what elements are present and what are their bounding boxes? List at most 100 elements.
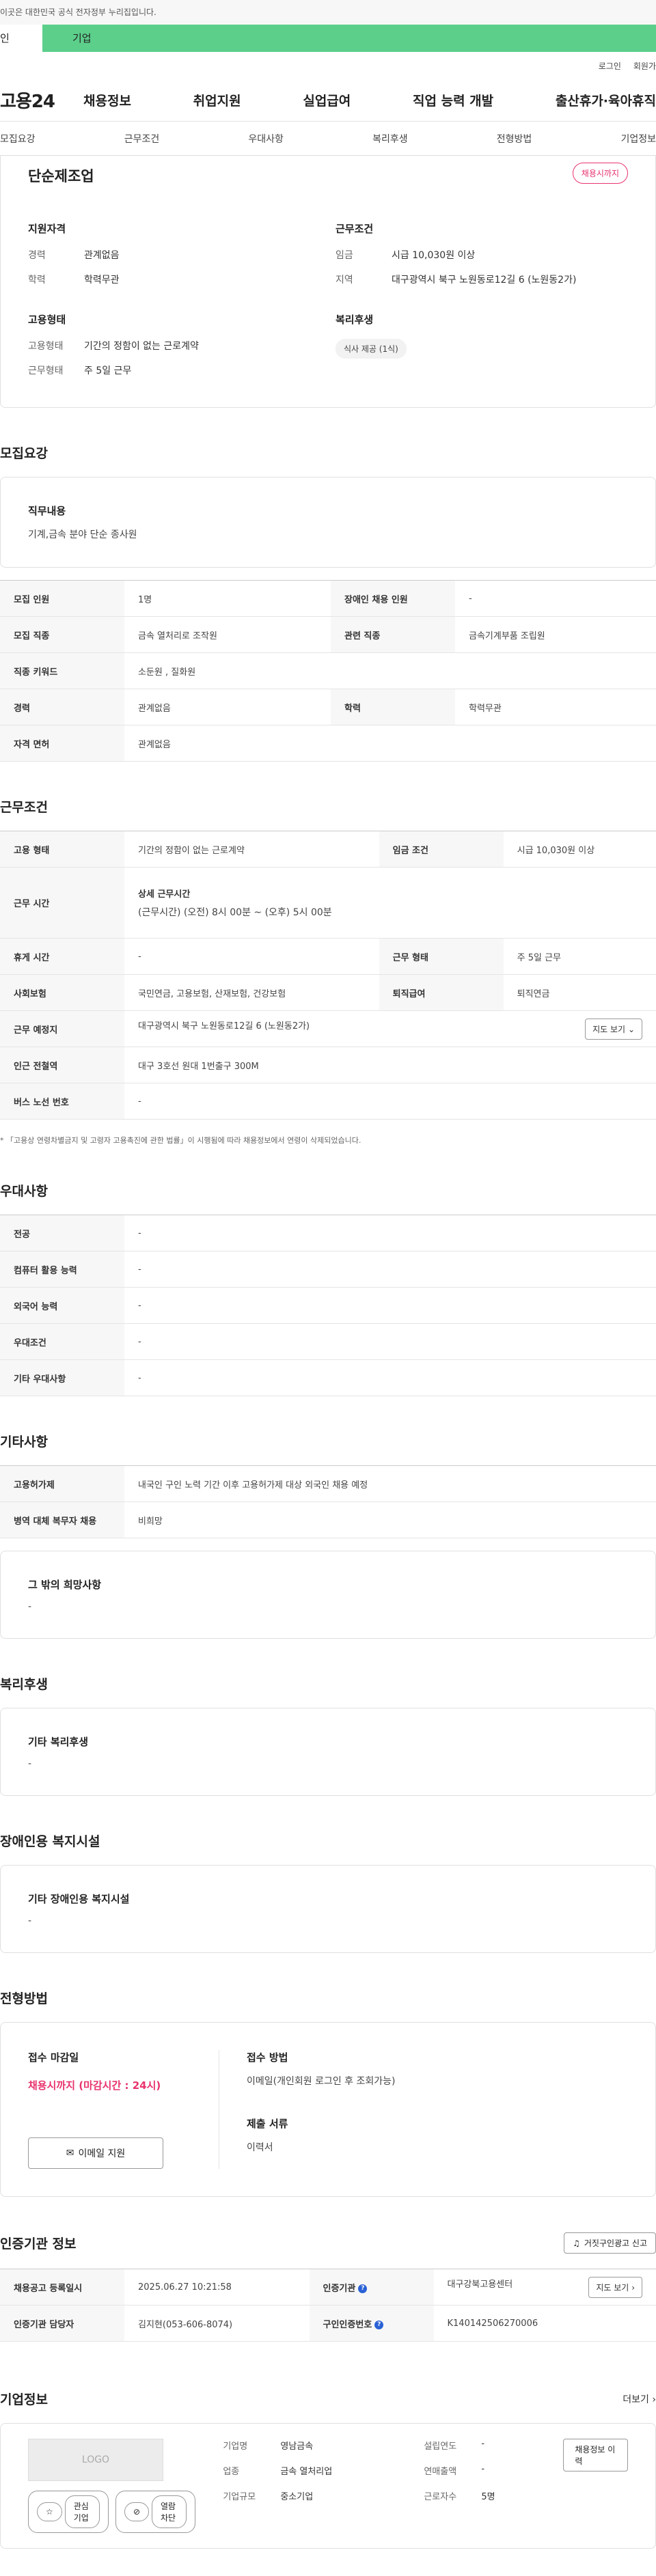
cell-value: K140142506270006 xyxy=(433,2305,656,2342)
cell-key: 버스 노선 번호 xyxy=(0,1083,124,1120)
table-row: 고용 형태 기간의 정함이 없는 근로계약 임금 조건 시급 10,030원 이상 xyxy=(0,831,656,868)
cell-key: 사회보험 xyxy=(0,974,124,1011)
block-icon: ⊘ xyxy=(124,2502,150,2521)
info-icon[interactable]: ? xyxy=(358,2284,368,2293)
welfare-box: 기타 복리후생 - xyxy=(0,1708,656,1796)
subtab-work[interactable]: 근무조건 xyxy=(124,132,160,146)
cell-key: 근무 시간 xyxy=(0,867,124,939)
gnb-employment-support[interactable]: 취업지원 xyxy=(193,91,241,109)
qual-value: 관계없음 xyxy=(84,250,120,261)
cell-value: - xyxy=(454,580,656,617)
cell-value: 학력무관 xyxy=(454,689,656,725)
cell-key: 관련 직종 xyxy=(330,616,455,653)
table-row: 채용공고 등록일시 2025.06.27 10:21:58 인증기관? 대구강북고용센… xyxy=(0,2269,656,2305)
section-company-title: 기업정보 xyxy=(0,2392,48,2407)
cell-value: 김지현(053-606-8074) xyxy=(124,2305,310,2342)
gnb-parental-leave[interactable]: 출산휴가·육아휴직 xyxy=(556,91,656,109)
subtab-prefer[interactable]: 우대사항 xyxy=(248,132,284,146)
benefit-chip: 식사 제공 (1식) xyxy=(336,339,407,359)
subtab-apply[interactable]: 전형방법 xyxy=(497,132,532,146)
deadline-value: 채용시까지 (마감시간 : 24시) xyxy=(28,2079,161,2092)
method-value: 이메일(개인회원 로그인 후 조회가능) xyxy=(247,2076,396,2087)
info-icon[interactable]: ? xyxy=(374,2320,384,2329)
section-recruit-title: 모집요강 xyxy=(0,446,48,461)
cell-value: 소둔원 , 질화원 xyxy=(124,652,656,689)
work-table: 고용 형태 기간의 정함이 없는 근로계약 임금 조건 시급 10,030원 이상 근… xyxy=(0,831,656,1120)
docs-value: 이력서 xyxy=(247,2142,273,2153)
mail-icon: ✉ xyxy=(66,2148,74,2159)
cell-value: 비희망 xyxy=(124,1501,656,1538)
benefit-heading: 복리후생 xyxy=(336,314,374,326)
cell-key: 임금 조건 xyxy=(379,831,504,868)
block-company-button[interactable]: ⊘ 열람차단 xyxy=(115,2491,196,2533)
table-row: 직종 키워드 소둔원 , 질화원 xyxy=(0,652,656,689)
cell-key: 인증기관 담당자 xyxy=(0,2305,124,2342)
table-row: 모집 인원 1명 장애인 채용 인원 - xyxy=(0,580,656,617)
emp-heading: 고용형태 xyxy=(28,314,66,326)
section-etc-title: 기타사항 xyxy=(0,1435,48,1450)
cell-value: - xyxy=(124,938,379,975)
disabled-box: 기타 장애인용 복지시설 - xyxy=(0,1865,656,1953)
site-logo[interactable]: 고용24 xyxy=(0,87,83,113)
subtab-welfare[interactable]: 복리후생 xyxy=(372,132,408,146)
corp-value: 영남금속 xyxy=(280,2441,314,2452)
cell-key: 우대조건 xyxy=(0,1323,124,1360)
cell-key: 모집 인원 xyxy=(0,580,124,617)
duty-box: 직무내용 기계,금속 분야 단순 종사원 xyxy=(0,477,656,568)
subtab-company[interactable]: 기업정보 xyxy=(620,132,656,146)
cond-heading: 근무조건 xyxy=(336,223,374,235)
corp-value: - xyxy=(481,2439,485,2449)
report-fake-ad-button[interactable]: ♫ 거짓구인광고 신고 xyxy=(564,2232,656,2254)
table-row: 경력 관계없음 학력 학력무관 xyxy=(0,689,656,725)
gnb-unemployment[interactable]: 실업급여 xyxy=(303,91,351,109)
apply-box: 접수 마감일 채용시까지 (마감시간 : 24시) ✉ 이메일 지원 접수 방법… xyxy=(0,2022,656,2197)
workplace-cell: 대구광역시 북구 노원동로12길 6 (노원동2가) 지도 보기 ⌄ xyxy=(124,1010,656,1047)
agency-view-button[interactable]: 지도 보기 › xyxy=(588,2276,642,2298)
map-view-button[interactable]: 지도 보기 ⌄ xyxy=(585,1018,642,1040)
cell-key: 고용 형태 xyxy=(0,831,124,868)
corp-key: 연매출액 xyxy=(424,2467,457,2477)
job-summary-card: 단순제조업 채용시까지 지원자격 경력 관계없음 학력 학력무관 고용형태 고용형태… xyxy=(0,156,656,408)
login-link[interactable]: 로그인 xyxy=(599,60,621,72)
section-disabled-title: 장애인용 복지시설 xyxy=(0,1834,100,1849)
table-row: 고용허가제 내국인 구인 노력 기간 이후 고용허가제 대상 외국인 채용 예정 xyxy=(0,1465,656,1502)
cell-key: 컴퓨터 활용 능력 xyxy=(0,1251,124,1288)
tab-business[interactable]: 기업 xyxy=(42,25,92,52)
other-wish-box: 그 밖의 희망사항 - xyxy=(0,1551,656,1639)
corp-key: 기업명 xyxy=(223,2441,248,2452)
cert-table: 채용공고 등록일시 2025.06.27 10:21:58 인증기관? 대구강북고용센… xyxy=(0,2269,656,2342)
cert-agency-key: 인증기관? xyxy=(309,2269,434,2305)
section-welfare-title: 복리후생 xyxy=(0,1677,48,1692)
qual-heading: 지원자격 xyxy=(28,223,66,235)
table-row: 사회보험 국민연금, 고용보험, 산재보험, 건강보험 퇴직급여 퇴직연금 xyxy=(0,974,656,1011)
emp-key: 고용형태 xyxy=(28,341,64,352)
table-row: 근무 예정지 대구광역시 북구 노원동로12길 6 (노원동2가) 지도 보기 ⌄ xyxy=(0,1010,656,1047)
welfare-value: - xyxy=(28,1758,32,1769)
chevron-right-icon: › xyxy=(631,2282,635,2293)
tab-personal[interactable]: 인 xyxy=(0,25,42,52)
email-apply-button[interactable]: ✉ 이메일 지원 xyxy=(28,2137,163,2169)
qual-key: 경력 xyxy=(28,250,46,261)
favorite-company-button[interactable]: ☆ 관심기업 xyxy=(28,2491,109,2533)
gnb-training[interactable]: 직업 능력 개발 xyxy=(413,91,493,109)
work-time-heading: 상세 근무시간 xyxy=(138,889,191,900)
signup-link[interactable]: 회원가 xyxy=(633,60,656,72)
work-time-cell: 상세 근무시간 (근무시간) (오전) 8시 00분 ~ (오후) 5시 00분 xyxy=(124,867,656,939)
company-more-link[interactable]: 더보기 › xyxy=(623,2392,656,2406)
table-row: 인증기관 담당자 김지현(053-606-8074) 구인인증번호? K1401425… xyxy=(0,2305,656,2342)
cell-key: 고용허가제 xyxy=(0,1465,124,1502)
global-nav: 고용24 채용정보 취업지원 실업급여 직업 능력 개발 출산휴가·육아휴직 xyxy=(0,79,656,122)
table-row: 병역 대체 복무자 채용 비희망 xyxy=(0,1501,656,1538)
section-prefer-title: 우대사항 xyxy=(0,1184,48,1199)
cell-key: 자격 면허 xyxy=(0,725,124,762)
cond-key: 임금 xyxy=(336,250,353,261)
section-cert-title: 인증기관 정보 xyxy=(0,2236,77,2252)
subtab-recruit[interactable]: 모집요강 xyxy=(0,132,36,146)
emp-value: 주 5일 근무 xyxy=(84,365,132,376)
job-history-button[interactable]: 채용정보 이력 xyxy=(563,2439,628,2471)
gnb-jobs[interactable]: 채용정보 xyxy=(83,91,131,109)
cell-value: 시급 10,030원 이상 xyxy=(503,831,656,868)
cell-value: 금속기계부품 조립원 xyxy=(454,616,656,653)
cell-value: - xyxy=(124,1359,656,1396)
cell-value: 기간의 정함이 없는 근로계약 xyxy=(124,831,379,868)
